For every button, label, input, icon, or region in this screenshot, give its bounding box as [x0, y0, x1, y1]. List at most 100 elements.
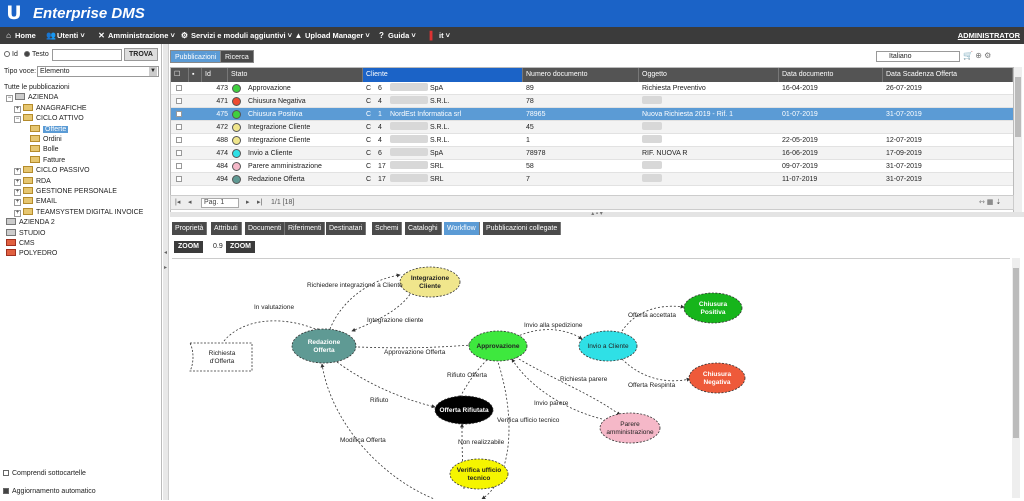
expand-icon[interactable]: + — [14, 105, 21, 113]
tab-pubblicazioni[interactable]: Pubblicazioni — [170, 50, 222, 63]
header-oggetto[interactable]: Oggetto — [639, 68, 779, 82]
table-row[interactable]: 484 Parere amministrazione C 17 SRL 58 09-07-… — [171, 160, 1013, 173]
menu-home[interactable]: ⌂ Home — [4, 27, 36, 44]
last-page-icon[interactable]: ▸| — [257, 198, 262, 208]
tree-item[interactable]: + TEAMSYSTEM DIGITAL INVOICE — [14, 207, 143, 218]
row-checkbox[interactable] — [176, 150, 182, 156]
search-input[interactable] — [52, 49, 122, 61]
prev-page-icon[interactable]: ◂ — [188, 198, 192, 208]
tree-item[interactable]: + ANAGRAFICHE — [14, 103, 87, 114]
tree-item[interactable]: − AZIENDA — [6, 92, 58, 103]
expand-icon[interactable]: + — [14, 199, 21, 207]
expand-icon[interactable]: + — [14, 209, 21, 217]
tree-item[interactable]: AZIENDA 2 — [6, 217, 55, 228]
tree-item[interactable]: STUDIO — [6, 228, 45, 239]
table-row[interactable]: 473 Approvazione C 6 SpA 89 Richiesta Prevent… — [171, 82, 1013, 95]
workflow-scrollbar[interactable] — [1012, 258, 1020, 498]
menu-upload-manager[interactable]: ▲ Upload Manager ˅ — [294, 27, 370, 44]
row-checkbox[interactable] — [176, 98, 182, 104]
row-checkbox[interactable] — [176, 163, 182, 169]
cell-oggetto — [639, 121, 779, 134]
tree-item[interactable]: + RDA — [14, 176, 51, 187]
radio-id[interactable]: Id — [4, 51, 18, 58]
tab-ricerca[interactable]: Ricerca — [220, 50, 254, 63]
next-page-icon[interactable]: ▸ — [246, 198, 250, 208]
auto-update-checkbox[interactable]: Aggiornamento automatico — [3, 488, 96, 495]
radio-testo[interactable]: Testo — [24, 51, 49, 58]
menu-amministrazione[interactable]: ✕ Amministrazione ˅ — [97, 27, 175, 44]
table-row[interactable]: 494 Redazione Offerta C 17 SRL 7 11-07-2019 31… — [171, 173, 1013, 186]
zoom-in-button[interactable]: ZOOM + — [226, 241, 255, 262]
menu-language[interactable]: ▌ it ˅ — [428, 27, 450, 44]
tree-item[interactable]: CMS — [6, 238, 35, 249]
header-checkbox[interactable]: ☐ — [171, 68, 189, 82]
table-row[interactable]: 472 Integrazione Cliente C 4 S.R.L. 45 — [171, 121, 1013, 134]
trova-button[interactable]: TROVA — [124, 48, 158, 61]
vertical-splitter[interactable]: ◂ ▸ — [163, 44, 169, 500]
cell-cliente-num: 17 — [378, 163, 386, 170]
chevron-down-icon: ▼ — [149, 67, 157, 76]
menu-guida[interactable]: ? Guida ˅ — [377, 27, 416, 44]
menu-servizi[interactable]: ⚙ Servizi e moduli aggiuntivi ˅ — [180, 27, 292, 44]
table-row[interactable]: 471 Chiusura Negativa C 4 S.R.L. 78 — [171, 95, 1013, 108]
globe-icon: ⊕ — [975, 51, 982, 60]
grid-scrollbar[interactable] — [1014, 67, 1022, 215]
horizontal-splitter[interactable]: ▴ ▪ ▾ — [170, 211, 1024, 217]
tab-pubblicazioni-collegate[interactable]: Pubblicazioni collegate — [483, 222, 562, 235]
zoom-out-button[interactable]: ZOOM - — [174, 241, 203, 262]
menu-utenti[interactable]: 👥Utenti ˅ — [46, 27, 85, 44]
table-row[interactable]: 488 Integrazione Cliente C 4 S.R.L. 1 22-05-2… — [171, 134, 1013, 147]
status-icon — [232, 97, 241, 106]
expand-icon[interactable]: + — [14, 178, 21, 186]
tab-attributi[interactable]: Attributi — [211, 222, 242, 235]
header-id[interactable]: Id — [202, 68, 228, 82]
tab-schemi[interactable]: Schemi — [372, 222, 403, 235]
tab-destinatari[interactable]: Destinatari — [326, 222, 367, 235]
header-data-scadenza[interactable]: Data Scadenza Offerta — [883, 68, 1013, 82]
tab-propriet-[interactable]: Proprietà — [172, 222, 208, 235]
page-input[interactable]: Pag. 1 — [201, 198, 239, 208]
admin-link[interactable]: ADMINISTRATOR — [958, 27, 1020, 44]
tree-item[interactable]: Tutte le pubblicazioni — [4, 82, 70, 93]
header-cliente[interactable]: Cliente — [363, 68, 523, 82]
row-checkbox[interactable] — [176, 137, 182, 143]
tipovoce-select[interactable]: Elemento ▼ — [37, 66, 159, 77]
first-page-icon[interactable]: |◂ — [175, 198, 180, 208]
table-row[interactable]: 475 Chiusura Positiva C 1 NordEst Informatic… — [171, 108, 1013, 121]
row-checkbox[interactable] — [176, 176, 182, 182]
tree-item[interactable]: Bolle — [30, 144, 59, 155]
header-sort[interactable]: ▪ — [189, 68, 202, 82]
tab-riferimenti[interactable]: Riferimenti — [285, 222, 326, 235]
tree-item[interactable]: + EMAIL — [14, 196, 57, 207]
language-select[interactable]: Italiano — [876, 51, 960, 62]
row-checkbox[interactable] — [176, 85, 182, 91]
header-data-documento[interactable]: Data documento — [779, 68, 883, 82]
collapse-icon[interactable]: − — [14, 116, 21, 124]
tree-item[interactable]: POLYEDRO — [6, 248, 57, 259]
expand-icon[interactable]: + — [14, 168, 21, 176]
header-stato[interactable]: Stato — [228, 68, 363, 82]
collapse-icon[interactable]: − — [6, 95, 13, 103]
cell-id: 484 — [216, 163, 228, 170]
tree-item[interactable]: Offerte — [30, 124, 69, 135]
toolbar-icons[interactable]: 🛒 ⊕ ⚙ — [963, 51, 991, 60]
tree-item[interactable]: + CICLO PASSIVO — [14, 165, 90, 176]
edge-invio-parere — [511, 358, 603, 420]
edge-label-non-realizzabile: Non realizzabile — [458, 439, 505, 446]
row-checkbox[interactable] — [176, 111, 182, 117]
subfolders-checkbox[interactable]: Comprendi sottocartelle — [3, 470, 86, 477]
header-numero[interactable]: Numero documento — [523, 68, 639, 82]
tree-item[interactable]: + GESTIONE PERSONALE — [14, 186, 117, 197]
tree-item[interactable]: − CICLO ATTIVO — [14, 113, 84, 124]
table-row[interactable]: 474 Invio a Cliente C 6 SpA 78978 RIF. NUOVA … — [171, 147, 1013, 160]
row-checkbox[interactable] — [176, 124, 182, 130]
tab-workflow[interactable]: Workflow — [444, 222, 480, 235]
tab-cataloghi[interactable]: Cataloghi — [405, 222, 442, 235]
status-icon — [232, 149, 241, 158]
tab-documenti[interactable]: Documenti — [245, 222, 286, 235]
tree-item[interactable]: Fatture — [30, 155, 65, 166]
expand-icon[interactable]: + — [14, 189, 21, 196]
grid-tools-icon[interactable]: ⇿ ▦ ⇣ — [979, 198, 1001, 208]
cell-numero: 78978 — [526, 150, 546, 157]
tree-item[interactable]: Ordini — [30, 134, 62, 145]
